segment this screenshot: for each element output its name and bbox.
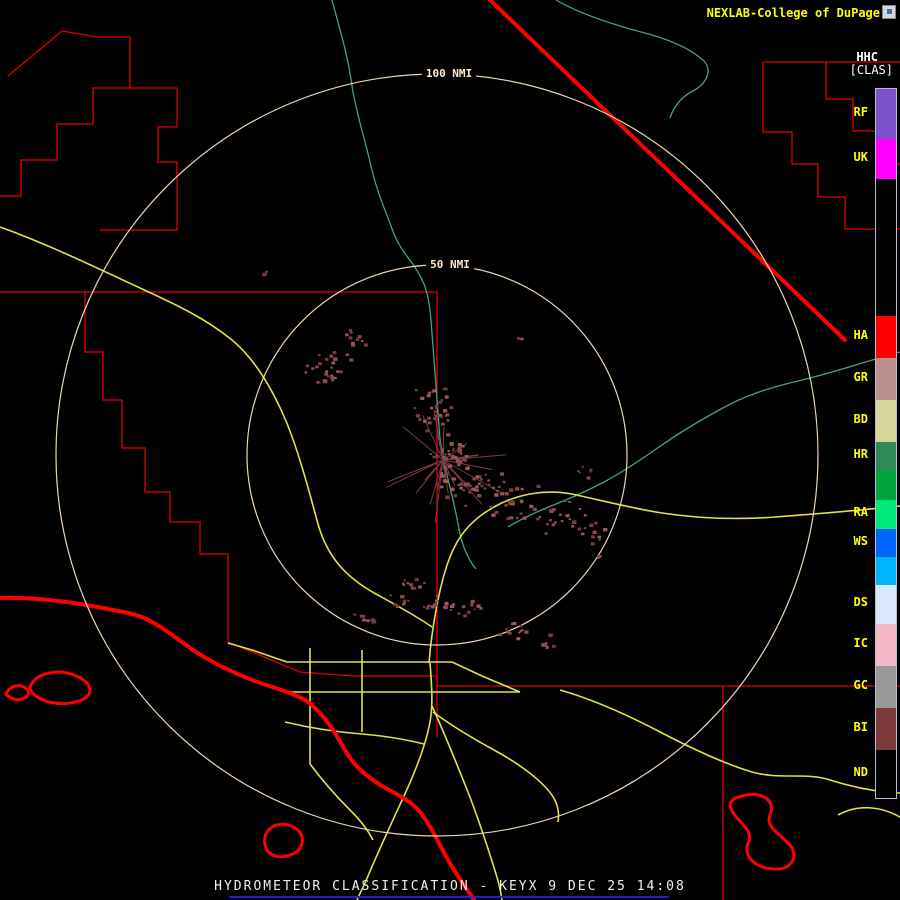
legend-label-RA: RA [853, 505, 868, 519]
colorbar-segment [876, 585, 896, 624]
legend-label-GR: GR [853, 370, 868, 384]
legend-heading: HHC [856, 50, 878, 64]
rivers [331, 0, 900, 570]
range-label-100nmi: 100 NMI [421, 67, 477, 80]
colorbar-segment [876, 529, 896, 557]
legend-label-GC: GC [853, 678, 868, 692]
bottom-divider [229, 896, 669, 898]
colorbar-segment [876, 442, 896, 471]
colorbar-segment [876, 750, 896, 798]
legend-label-RF: RF [853, 105, 868, 119]
colorbar-segment [876, 500, 896, 529]
colorbar-segment [876, 471, 896, 500]
legend-label-WS: WS [853, 534, 868, 548]
classification-colorbar [875, 88, 897, 799]
lake-outlines [4, 670, 796, 871]
colorbar-segment [876, 624, 896, 666]
colorbar-segment [876, 358, 896, 400]
radar-display: 100 NMI 50 NMI NEXLAB-College of DuPage … [0, 0, 900, 900]
product-title: HYDROMETEOR CLASSIFICATION - KEYX 9 DEC … [214, 879, 686, 894]
nexlab-logo-icon [882, 5, 896, 19]
legend-label-HA: HA [853, 328, 868, 342]
legend-label-ND: ND [853, 765, 868, 779]
legend-label-IC: IC [853, 636, 868, 650]
colorbar-segment [876, 400, 896, 442]
colorbar-segment [876, 708, 896, 750]
legend-subheading: [CLAS] [849, 63, 893, 77]
legend-label-UK: UK [853, 150, 868, 164]
colorbar-segment [876, 666, 896, 708]
legend-label-BD: BD [853, 412, 868, 426]
interstate-highways [0, 0, 847, 900]
radar-echoes [262, 270, 608, 649]
colorbar-segment [876, 316, 896, 358]
colorbar-segment [876, 89, 896, 139]
colorbar-segment [876, 179, 896, 316]
attribution-text: NEXLAB-College of DuPage [706, 6, 880, 20]
range-label-50nmi: 50 NMI [426, 258, 474, 271]
legend-label-HR: HR [853, 447, 868, 461]
colorbar-segment [876, 557, 896, 585]
radar-map-svg [0, 0, 900, 900]
legend-label-DS: DS [853, 595, 868, 609]
legend-label-BI: BI [853, 720, 868, 734]
colorbar-segment [876, 139, 896, 179]
